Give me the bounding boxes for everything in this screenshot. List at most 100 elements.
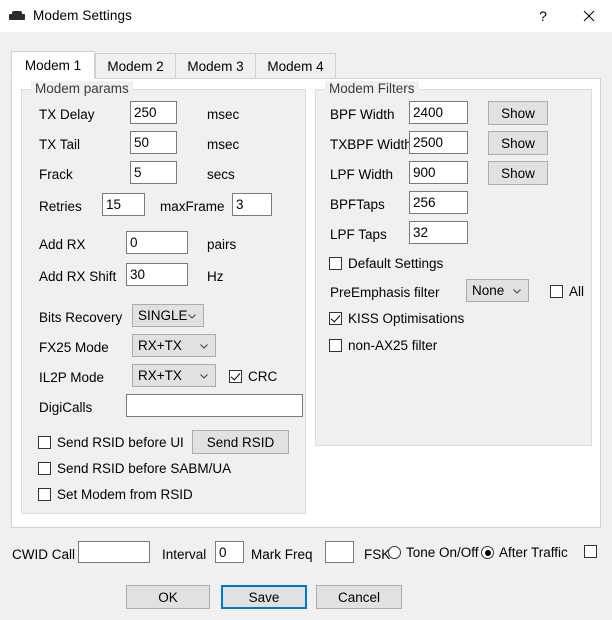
retries-label: Retries xyxy=(39,199,82,214)
help-icon[interactable]: ? xyxy=(520,0,566,31)
digicalls-label: DigiCalls xyxy=(39,400,93,415)
chevron-down-icon xyxy=(200,373,208,379)
lpf-taps-input[interactable] xyxy=(409,221,468,244)
crc-checkbox[interactable]: CRC xyxy=(229,369,277,384)
preemphasis-all-label: All xyxy=(569,284,585,299)
modem-params-group: Modem params TX Delay msec TX Tail msec … xyxy=(21,81,306,514)
cancel-button[interactable]: Cancel xyxy=(316,585,402,609)
add-rx-label: Add RX xyxy=(39,237,86,252)
bpf-width-show-label: Show xyxy=(501,105,535,121)
title-bar-buttons: ? xyxy=(520,0,612,31)
tx-tail-label: TX Tail xyxy=(39,137,81,152)
set-modem-from-rsid-checkbox[interactable]: Set Modem from RSID xyxy=(38,487,193,502)
preemphasis-label: PreEmphasis filter xyxy=(330,285,440,300)
send-rsid-before-sabm-label: Send RSID before SABM/UA xyxy=(57,461,232,476)
set-modem-from-rsid-label: Set Modem from RSID xyxy=(57,487,193,502)
save-button[interactable]: Save xyxy=(221,585,307,609)
lpf-width-show-button[interactable]: Show xyxy=(488,161,548,185)
tab-modem-4[interactable]: Modem 4 xyxy=(255,53,336,79)
after-traffic-radio[interactable]: After Traffic xyxy=(481,545,568,560)
il2p-mode-select[interactable]: RX+TX xyxy=(132,364,216,387)
retries-input[interactable] xyxy=(102,193,145,216)
tab-modem-3-label: Modem 3 xyxy=(187,59,244,74)
footer-trailing-checkbox[interactable] xyxy=(584,545,597,558)
tx-delay-input[interactable] xyxy=(130,101,177,124)
lpf-width-input[interactable] xyxy=(409,161,468,184)
txbpf-width-show-label: Show xyxy=(501,135,535,151)
send-rsid-button[interactable]: Send RSID xyxy=(192,430,289,454)
after-traffic-radio-box xyxy=(481,546,494,559)
tx-delay-label: TX Delay xyxy=(39,107,95,122)
cwid-call-label: CWID Call xyxy=(12,547,75,562)
tx-tail-input[interactable] xyxy=(130,131,177,154)
digicalls-input[interactable] xyxy=(126,394,303,417)
send-rsid-button-label: Send RSID xyxy=(206,434,275,450)
modem-icon xyxy=(9,8,25,24)
tab-modem-2-label: Modem 2 xyxy=(107,59,164,74)
set-modem-from-rsid-box xyxy=(38,488,51,501)
preemphasis-select[interactable]: None xyxy=(466,279,529,302)
modem-filters-group: Modem Filters BPF Width Show TXBPF Width… xyxy=(315,81,592,446)
non-ax25-filter-label: non-AX25 filter xyxy=(348,338,438,353)
frack-unit: secs xyxy=(207,167,235,182)
modem-params-title: Modem params xyxy=(31,81,133,96)
crc-label: CRC xyxy=(248,369,278,384)
bpf-width-label: BPF Width xyxy=(330,107,395,122)
bpf-width-show-button[interactable]: Show xyxy=(488,101,548,125)
close-icon[interactable] xyxy=(566,0,612,31)
add-rx-shift-unit: Hz xyxy=(207,269,224,284)
interval-input[interactable] xyxy=(215,541,244,563)
footer-trailing-checkbox-box xyxy=(584,545,597,558)
lpf-width-label: LPF Width xyxy=(330,167,394,182)
tab-panel-modem-1: Modem params TX Delay msec TX Tail msec … xyxy=(11,78,601,528)
frack-input[interactable] xyxy=(130,161,177,184)
after-traffic-label: After Traffic xyxy=(499,545,568,560)
tone-on-off-radio[interactable]: Tone On/Off xyxy=(388,545,479,560)
fx25-mode-label: FX25 Mode xyxy=(39,340,109,355)
mark-freq-input[interactable] xyxy=(325,541,354,563)
mark-freq-label: Mark Freq xyxy=(251,547,313,562)
add-rx-input[interactable] xyxy=(126,231,188,254)
bits-recovery-value: SINGLE xyxy=(138,308,188,323)
bpf-width-input[interactable] xyxy=(409,101,468,124)
bpf-taps-input[interactable] xyxy=(409,191,468,214)
send-rsid-before-ui-label: Send RSID before UI xyxy=(57,435,184,450)
preemphasis-all-checkbox[interactable]: All xyxy=(550,284,584,299)
tab-modem-1[interactable]: Modem 1 xyxy=(11,51,95,79)
kiss-optimisations-checkbox[interactable]: KISS Optimisations xyxy=(329,311,464,326)
preemphasis-value: None xyxy=(472,283,505,298)
fsk-label: FSK xyxy=(364,547,391,562)
bpf-taps-label: BPFTaps xyxy=(330,197,385,212)
add-rx-unit: pairs xyxy=(207,237,237,252)
fx25-mode-select[interactable]: RX+TX xyxy=(132,334,216,357)
txbpf-width-show-button[interactable]: Show xyxy=(488,131,548,155)
il2p-mode-label: IL2P Mode xyxy=(39,370,105,385)
max-frame-label: maxFrame xyxy=(160,199,225,214)
tab-modem-3[interactable]: Modem 3 xyxy=(175,53,256,79)
ok-button[interactable]: OK xyxy=(126,585,210,609)
txbpf-width-input[interactable] xyxy=(409,131,468,154)
chevron-down-icon xyxy=(200,343,208,349)
bits-recovery-label: Bits Recovery xyxy=(39,310,123,325)
window-title: Modem Settings xyxy=(33,8,132,23)
preemphasis-all-box xyxy=(550,285,563,298)
send-rsid-before-sabm-checkbox[interactable]: Send RSID before SABM/UA xyxy=(38,461,231,476)
tone-on-off-radio-box xyxy=(388,546,401,559)
default-settings-checkbox[interactable]: Default Settings xyxy=(329,256,443,271)
dialog-footer: CWID Call Interval Mark Freq FSK Tone On… xyxy=(0,535,612,620)
interval-label: Interval xyxy=(162,547,207,562)
tx-tail-unit: msec xyxy=(207,137,240,152)
save-button-label: Save xyxy=(248,589,280,605)
add-rx-shift-input[interactable] xyxy=(126,263,188,286)
tab-strip: Modem 1 Modem 2 Modem 3 Modem 4 xyxy=(11,51,601,79)
non-ax25-filter-checkbox[interactable]: non-AX25 filter xyxy=(329,338,437,353)
cwid-call-input[interactable] xyxy=(78,541,150,563)
max-frame-input[interactable] xyxy=(232,193,272,216)
tab-modem-4-label: Modem 4 xyxy=(267,59,324,74)
send-rsid-before-ui-checkbox[interactable]: Send RSID before UI xyxy=(38,435,184,450)
send-rsid-before-ui-box xyxy=(38,436,51,449)
bits-recovery-select[interactable]: SINGLE xyxy=(132,304,204,327)
chevron-down-icon xyxy=(188,313,196,319)
il2p-mode-value: RX+TX xyxy=(138,368,182,383)
tab-modem-2[interactable]: Modem 2 xyxy=(95,53,176,79)
